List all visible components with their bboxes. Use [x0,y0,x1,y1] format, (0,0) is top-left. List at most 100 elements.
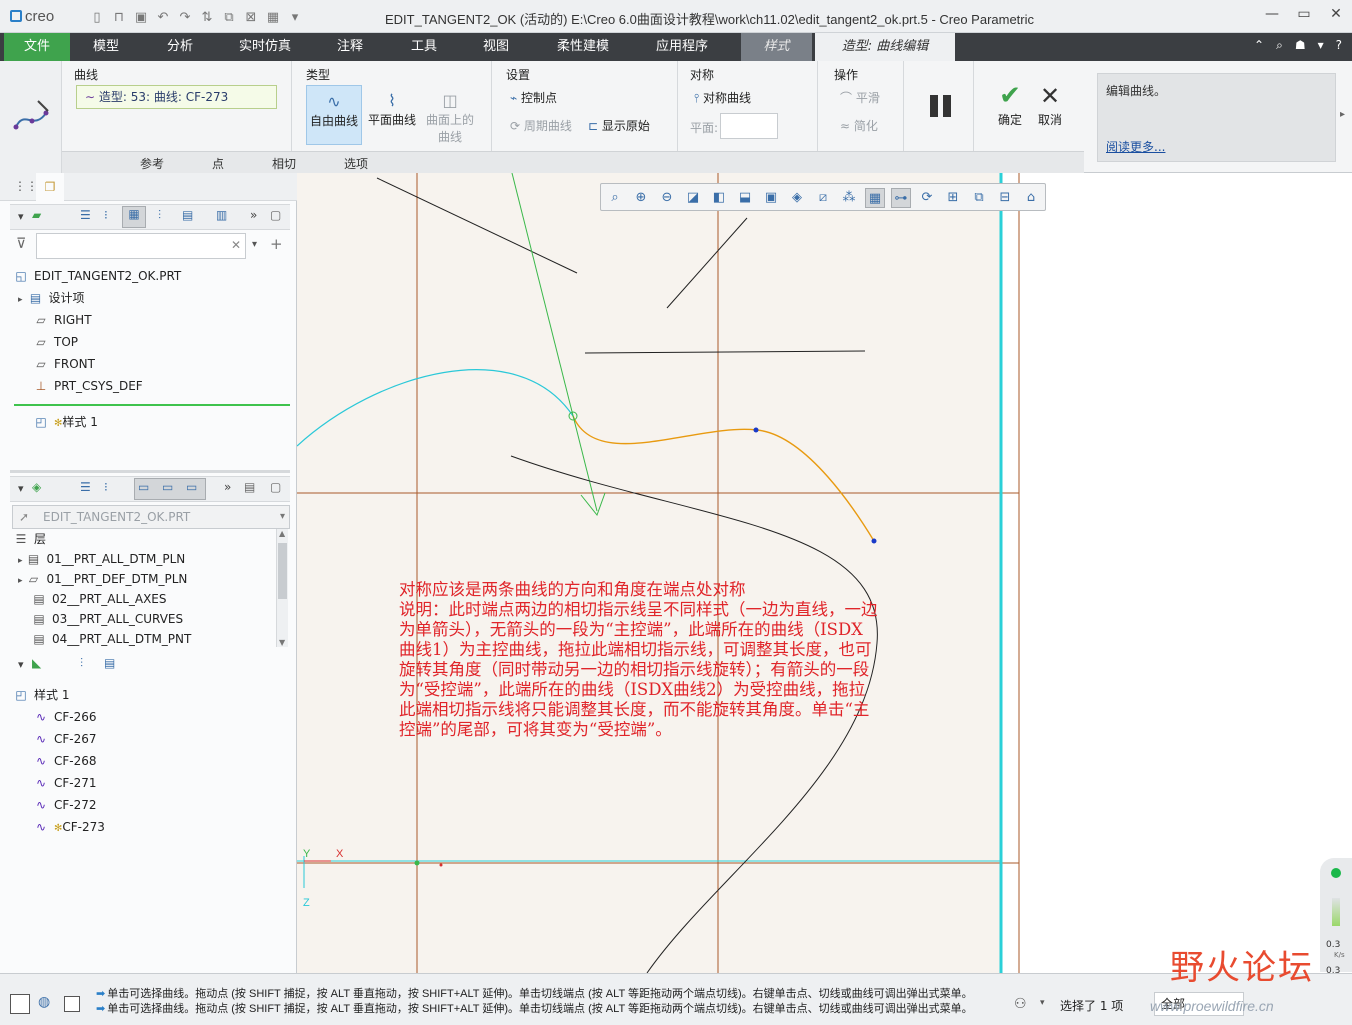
close-window-icon[interactable]: ⊠ [242,8,260,26]
help-icon[interactable]: ? [1336,38,1342,53]
layer-list-icon[interactable]: ☰ [80,480,91,494]
simplify-button[interactable]: ≈ 简化 [840,117,878,134]
control-point[interactable] [753,427,759,433]
scroll-up-icon[interactable]: ▲ [279,529,285,538]
save-icon[interactable]: ▣ [132,8,150,26]
notes-icon[interactable]: ▢ [270,480,281,494]
close-icon[interactable]: ✕ [1328,6,1344,24]
search-options-icon[interactable]: ▾ [252,239,257,250]
layer-show-icon[interactable]: ▭ [138,480,149,494]
perspective-icon[interactable]: ◈ [787,188,807,208]
collapse-ribbon-icon[interactable]: ⌃ [1254,38,1264,53]
tab-file[interactable]: 文件 [4,33,70,61]
style-curve-item[interactable]: ∿ CF-271 [34,773,97,793]
cos-curve-button[interactable]: ◫ 曲面上的 曲线 [422,85,478,145]
tree-item-top[interactable]: ▱ TOP [34,332,78,352]
tree-search-input[interactable]: ✕ [36,233,246,259]
layers-icon[interactable]: ▤ [182,208,193,222]
minimize-icon[interactable]: — [1264,6,1280,24]
expand-dropdown-icon[interactable]: ▾ [18,210,24,223]
endpoint[interactable] [871,538,877,544]
pause-icon[interactable] [930,95,952,117]
style-settings-icon[interactable]: ▤ [104,656,115,670]
maximize-icon[interactable]: ▭ [1296,6,1312,24]
layer-isolate-icon[interactable]: ▭ [186,480,197,494]
windows-icon[interactable]: ⧉ [220,8,238,26]
clear-search-icon[interactable]: ✕ [231,238,241,252]
tab-flexible-modeling[interactable]: 柔性建模 [546,33,620,61]
find-icon[interactable]: ⚇ [1014,996,1027,1012]
annotation-display-icon[interactable]: ⁂ [839,188,859,208]
chevron-down-icon[interactable]: ▾ [280,511,285,522]
tab-analysis[interactable]: 分析 [150,33,210,61]
more-icon[interactable]: » [224,480,231,494]
layer-item[interactable]: ▸ ▱ 01__PRT_DEF_DTM_PLN [18,569,187,589]
planar-curve-button[interactable]: ⌇ 平面曲线 [364,85,420,145]
tree-item-design-items[interactable]: ▸ ▤ 设计项 [18,288,85,308]
regenerate-icon[interactable]: ⇅ [198,8,216,26]
view-manager-icon[interactable]: ▣ [761,188,781,208]
community-icon[interactable]: ☗ [1295,38,1306,53]
zoom-out-icon[interactable]: ⊖ [657,188,677,208]
style-curve-item[interactable]: ∿ CF-272 [34,795,97,815]
open-icon[interactable]: ⊓ [110,8,128,26]
cancel-button[interactable]: ✕ 取消 [1030,81,1070,131]
tree-settings-icon[interactable]: ▦ [122,206,146,228]
layer-scrollbar[interactable]: ▲ ▼ [276,529,288,647]
layer-root[interactable]: ☰ 层 [14,529,46,549]
layer-item[interactable]: ▤ 03__PRT_ALL_CURVES [32,609,183,629]
tree-columns-icon[interactable]: ⁝ [104,208,108,222]
tab-model[interactable]: 模型 [76,33,136,61]
expand-icon[interactable]: ▸ [18,295,23,305]
style-curve-item-active[interactable]: ∿ ✻CF-273 [34,817,105,837]
section-icon[interactable]: ⧄ [813,188,833,208]
tree-item-front[interactable]: ▱ FRONT [34,354,95,374]
notes-icon[interactable]: ▢ [270,208,281,222]
graphics-window[interactable]: Y X Z [297,173,1352,973]
tab-options[interactable]: 选项 [344,155,368,172]
tab-points[interactable]: 点 [212,155,224,172]
show-icon[interactable]: ⫶ [158,208,161,223]
tab-curve-edit[interactable]: 造型: 曲线编辑 [815,33,955,61]
layer-item[interactable]: ▸ ▤ 01__PRT_ALL_DTM_PLN [18,549,185,569]
browser-icon[interactable]: ◍ [38,994,50,1010]
model-graphics[interactable]: Y X Z [297,173,1352,973]
layer-model-select[interactable]: ➚ EDIT_TANGENT2_OK.PRT ▾ [12,505,290,529]
add-filter-icon[interactable]: + [270,235,283,253]
tree-filters-icon[interactable]: ☰ [80,208,91,222]
search-icon[interactable]: ⌕ [1276,38,1283,53]
tree-item-style1[interactable]: ◰ ✻样式 1 [34,412,98,432]
filter-icon[interactable]: ⊽ [16,236,26,252]
tab-annotate[interactable]: 注释 [320,33,380,61]
datum-display-icon[interactable]: ▦ [865,188,885,208]
dropdown-icon[interactable]: ▾ [1318,38,1324,53]
expand-icon[interactable]: ▸ [18,556,23,566]
full-screen-icon[interactable] [64,996,80,1012]
layer-item[interactable]: ▤ 02__PRT_ALL_AXES [32,589,166,609]
expand-dropdown-icon[interactable]: ▾ [18,658,24,671]
grid-icon[interactable]: ⊞ [943,188,963,208]
undo-icon[interactable]: ↶ [154,8,172,26]
repaint-icon[interactable]: ◪ [683,188,703,208]
tab-simulation[interactable]: 实时仿真 [228,33,302,61]
curve-display-icon[interactable]: ⊶ [891,188,911,208]
saved-orientations-icon[interactable]: ⬓ [735,188,755,208]
toggle-navigator-icon[interactable] [10,994,30,1014]
expand-dropdown-icon[interactable]: ▾ [18,482,24,495]
chevron-down-icon[interactable]: ▾ [1040,998,1045,1008]
ok-button[interactable]: ✔ 确定 [990,81,1030,131]
layer-columns-icon[interactable]: ⁝ [104,480,108,494]
columns-icon[interactable]: ▥ [216,208,227,222]
show-original-toggle[interactable]: ⊏ 显示原始 [588,117,650,134]
multi-view-icon[interactable]: ⊟ [995,188,1015,208]
tree-root[interactable]: ◱ EDIT_TANGENT2_OK.PRT [14,266,181,286]
tab-style[interactable]: 样式 [741,33,812,61]
new-icon[interactable]: ▯ [88,8,106,26]
spin-center-icon[interactable]: ⟳ [917,188,937,208]
style-curve-item[interactable]: ∿ CF-266 [34,707,97,727]
style-curve-item[interactable]: ∿ CF-268 [34,751,97,771]
customize-icon[interactable]: ▾ [286,8,304,26]
tab-view[interactable]: 视图 [466,33,526,61]
control-points-toggle[interactable]: ⌁ 控制点 [510,89,557,106]
plane-field[interactable] [720,113,778,139]
